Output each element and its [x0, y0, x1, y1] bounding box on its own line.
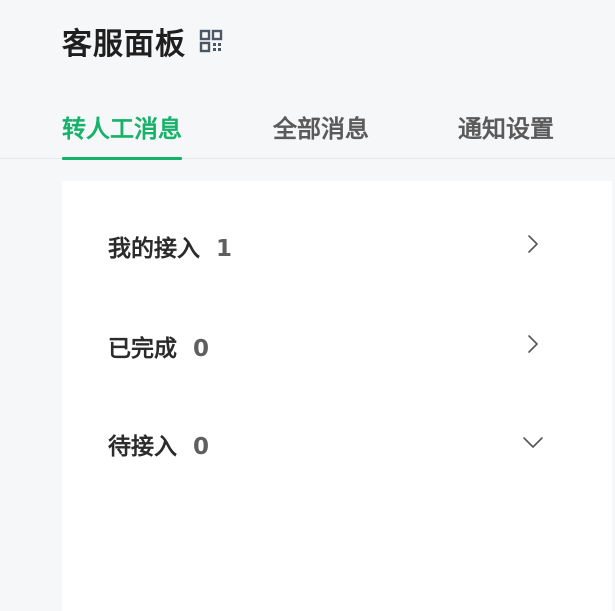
- row-label: 我的接入 1: [108, 229, 232, 263]
- row-title: 我的接入: [108, 236, 200, 262]
- tab-label: 转人工消息: [62, 115, 182, 143]
- qrcode-icon[interactable]: [199, 29, 223, 53]
- active-tab-indicator: [62, 157, 182, 160]
- row-label: 待接入 0: [108, 427, 209, 461]
- queue-row-completed[interactable]: 已完成 0: [62, 319, 612, 369]
- row-label: 已完成 0: [108, 329, 209, 363]
- tab-transfer-messages[interactable]: 转人工消息: [62, 109, 182, 160]
- row-title: 待接入: [108, 434, 177, 460]
- chevron-right-icon: [528, 235, 538, 253]
- queue-row-pending[interactable]: 待接入 0: [62, 417, 612, 467]
- page-title: 客服面板: [62, 27, 186, 62]
- tab-all-messages[interactable]: 全部消息: [273, 109, 369, 158]
- row-title: 已完成: [108, 336, 177, 362]
- tab-label: 全部消息: [273, 115, 369, 143]
- queue-panel: 我的接入 1 已完成 0 待接入 0: [62, 181, 612, 611]
- page-header: 客服面板: [62, 19, 223, 63]
- tab-label: 通知设置: [458, 115, 554, 143]
- chevron-right-icon: [528, 335, 538, 353]
- chevron-down-icon: [523, 437, 543, 448]
- row-count: 0: [193, 434, 210, 460]
- row-count: 0: [193, 336, 210, 362]
- tab-bar: 转人工消息 全部消息 通知设置: [0, 100, 615, 160]
- queue-row-my-assigned[interactable]: 我的接入 1: [62, 219, 612, 269]
- row-count: 1: [216, 236, 233, 262]
- tab-notification-settings[interactable]: 通知设置: [458, 109, 554, 158]
